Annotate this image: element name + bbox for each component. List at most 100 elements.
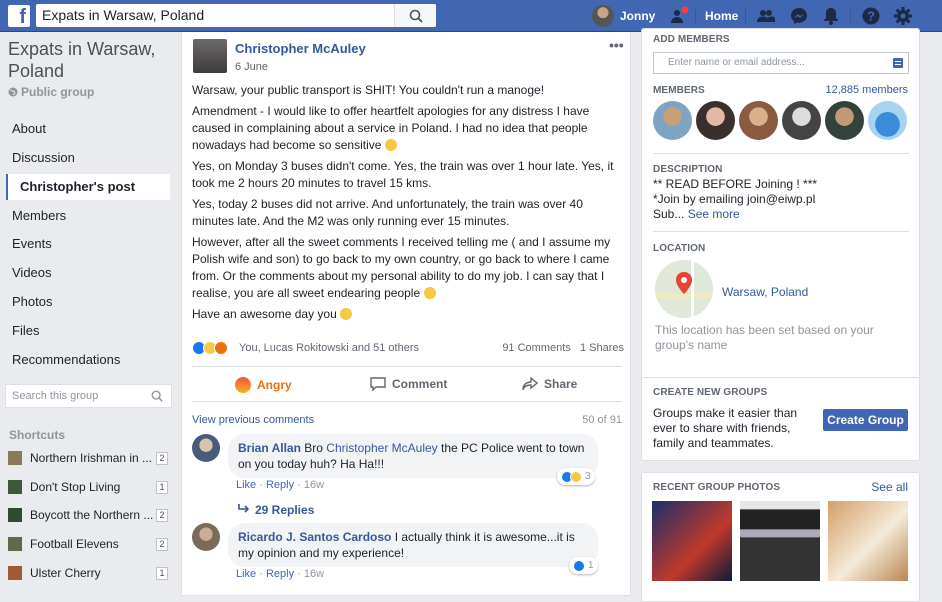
nav-item-files[interactable]: Files (0, 317, 180, 346)
reactions-text[interactable]: You, Lucas Rokitowski and 51 others (239, 342, 419, 354)
post-paragraph: Have an awesome day you (192, 306, 622, 323)
comment-like-link[interactable]: Like (236, 479, 256, 491)
post-paragraph-text: Have an awesome day you (192, 307, 337, 321)
avatar[interactable] (653, 101, 692, 140)
shares-count[interactable]: 1 Shares (580, 342, 624, 354)
group-photo-thumbnail[interactable] (828, 501, 908, 581)
more-options-icon[interactable]: ••• (609, 37, 624, 53)
comments-count[interactable]: 91 Comments (502, 342, 570, 354)
engagement-counts: 91 Comments 1 Shares (502, 342, 624, 354)
avatar[interactable] (825, 101, 864, 140)
group-title[interactable]: Expats in Warsaw, Poland (8, 38, 178, 82)
avatar[interactable] (193, 39, 227, 73)
post-author[interactable]: Christopher McAuley (235, 41, 366, 56)
create-groups-heading: Create New Groups (653, 387, 768, 398)
add-members-input[interactable]: Enter name or email address... (653, 52, 909, 74)
help-icon[interactable]: ? (861, 6, 881, 26)
location-link[interactable]: Warsaw, Poland (722, 285, 808, 299)
shortcut-item[interactable]: Boycott the Northern ... 2 (8, 505, 168, 525)
shortcut-thumbnail (8, 480, 22, 494)
avatar[interactable] (782, 101, 821, 140)
comment-bubble: Brian Allan Bro Christopher McAuley the … (228, 434, 598, 478)
shortcut-item[interactable]: Don't Stop Living 1 (8, 477, 168, 497)
share-button[interactable]: Share (522, 377, 577, 391)
nav-item-photos[interactable]: Photos (0, 288, 180, 317)
notifications-bell-icon[interactable] (821, 6, 841, 26)
angry-label: Angry (257, 378, 292, 392)
see-more-link[interactable]: See more (688, 207, 740, 221)
share-icon (522, 377, 538, 391)
group-search-input[interactable]: Search this group (5, 384, 172, 408)
avatar[interactable] (192, 523, 220, 551)
comment-reactions[interactable]: 3 (557, 468, 595, 485)
shortcut-item[interactable]: Ulster Cherry 1 (8, 563, 168, 583)
nav-item-videos[interactable]: Videos (0, 259, 180, 288)
messenger-icon[interactable] (789, 6, 809, 26)
share-label: Share (544, 377, 578, 391)
view-replies-link[interactable]: 29 Replies (237, 503, 314, 517)
shortcut-item[interactable]: Northern Irishman in ... 2 (8, 448, 168, 468)
post-actions: Angry Comment Share (192, 366, 622, 402)
global-search-input[interactable]: Expats in Warsaw, Poland (36, 4, 436, 27)
shortcut-item[interactable]: Football Elevens 2 (8, 534, 168, 554)
comment-button[interactable]: Comment (370, 377, 447, 391)
globe-icon (8, 87, 18, 97)
see-all-link[interactable]: See all (871, 480, 908, 494)
comments-header: View previous comments 50 of 91 (192, 414, 622, 426)
avatar[interactable] (696, 101, 735, 140)
comment-author[interactable]: Ricardo J. Santos Cardoso (238, 530, 391, 544)
comment-mention[interactable]: Christopher McAuley (326, 441, 437, 455)
facebook-logo-icon[interactable]: f (8, 5, 30, 27)
search-button[interactable] (394, 4, 436, 27)
group-photo-thumbnail[interactable] (652, 501, 732, 581)
members-count-link[interactable]: 12,885 members (825, 84, 908, 96)
nav-item-about[interactable]: About (0, 115, 180, 144)
create-groups-text: Groups make it easier than ever to share… (653, 406, 798, 450)
user-name: Jonny (620, 9, 656, 23)
comment-reactions[interactable]: 1 (569, 557, 598, 574)
avatar[interactable] (739, 101, 778, 140)
group-search-placeholder: Search this group (12, 390, 99, 402)
comment-icon (370, 377, 386, 391)
comment-time[interactable]: 16w (304, 568, 324, 580)
divider (653, 153, 909, 154)
comment-reply-link[interactable]: Reply (266, 568, 294, 580)
post-timestamp[interactable]: 6 June (235, 61, 268, 73)
comment-like-link[interactable]: Like (236, 568, 256, 580)
view-previous-comments-link[interactable]: View previous comments (192, 414, 314, 426)
angry-button[interactable]: Angry (235, 377, 292, 393)
post-paragraph-text: However, after all the sweet comments I … (192, 235, 611, 300)
post-card: Christopher McAuley 6 June ••• Warsaw, y… (181, 32, 631, 596)
divider (745, 9, 746, 23)
create-group-button[interactable]: Create Group (823, 409, 908, 431)
group-photo-thumbnail[interactable] (740, 501, 820, 581)
comment-actions: Like · Reply · 16w (236, 568, 325, 580)
shortcut-label: Northern Irishman in ... (30, 451, 153, 465)
settings-gear-icon[interactable] (893, 6, 913, 26)
home-link[interactable]: Home (705, 9, 738, 23)
nav-item-events[interactable]: Events (0, 230, 180, 259)
nav-item-discussion[interactable]: Discussion (0, 144, 180, 173)
nav-item-members[interactable]: Members (0, 202, 180, 231)
comment-author[interactable]: Brian Allan (238, 441, 301, 455)
nav-item-christophers-post[interactable]: Christopher's post (6, 173, 170, 200)
avatar[interactable] (868, 101, 907, 140)
reaction-icons[interactable] (192, 341, 228, 355)
nav-item-recommendations[interactable]: Recommendations (0, 346, 180, 375)
post-paragraph: Warsaw, your public transport is SHIT! Y… (192, 83, 545, 97)
comment-time[interactable]: 16w (304, 479, 324, 491)
profile-link[interactable]: Jonny (592, 4, 655, 28)
location-heading: Location (653, 243, 706, 254)
recent-photos-heading: Recent Group Photos (653, 482, 781, 493)
friend-requests-icon[interactable] (756, 6, 776, 26)
shortcut-thumbnail (8, 566, 22, 580)
comment-reply-link[interactable]: Reply (266, 479, 294, 491)
post-paragraph: Yes, on Monday 3 buses didn't come. Yes,… (192, 159, 614, 190)
group-info-card: Add Members Enter name or email address.… (641, 28, 920, 398)
avatar[interactable] (192, 434, 220, 462)
shortcut-label: Boycott the Northern ... (30, 508, 154, 522)
comment-label: Comment (392, 377, 448, 391)
groups-shortcut-icon[interactable] (669, 6, 689, 26)
shortcut-thumbnail (8, 451, 22, 465)
location-map[interactable] (655, 260, 713, 318)
